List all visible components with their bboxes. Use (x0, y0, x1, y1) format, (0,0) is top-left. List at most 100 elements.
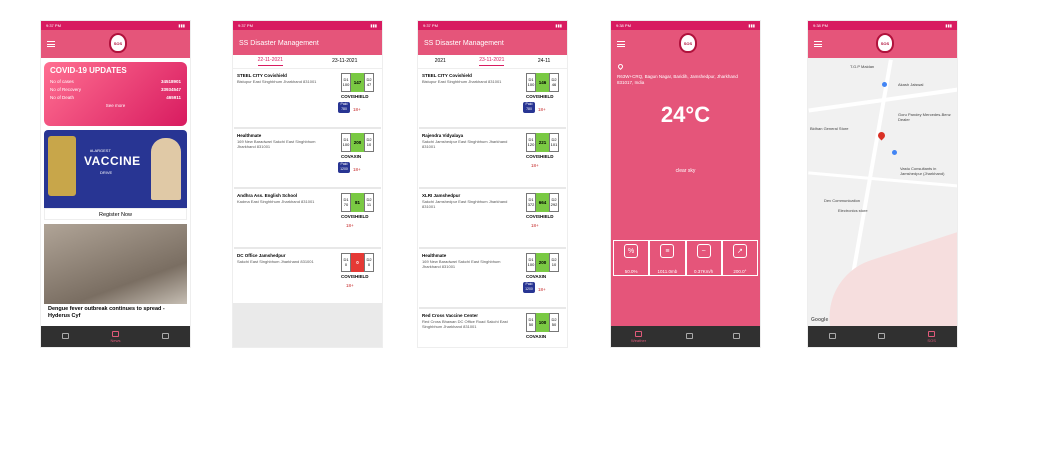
center-address: Bistupur East Singhbhum Jharkhand 831001 (422, 79, 502, 84)
app-header: SOS (41, 30, 190, 58)
map-label: Akash Jaiswal (898, 82, 924, 87)
see-more-link[interactable]: See more (50, 103, 181, 108)
dose1-count: D1 0 (341, 253, 351, 272)
vaccine-center-card[interactable]: Red Cross Vaccine Center Red Cross Bhawan… (419, 311, 566, 347)
bottom-nav: News (41, 326, 190, 347)
vaccine-name: COVISHIELD (341, 94, 369, 99)
bottom-nav: Weather (611, 326, 760, 347)
covid-row: No of Death 465911 (50, 95, 181, 100)
dose1-count: D1 100 (341, 133, 351, 152)
dose-availability: D1 70 81 D2 11 (341, 193, 374, 212)
covid-row: No of Recovery 33934547 (50, 87, 181, 92)
nav-item-vaccine[interactable] (733, 333, 740, 340)
vaccine-center-card[interactable]: DC Office Jamshedpur Sakchi East Singhbhu… (234, 251, 381, 309)
dose1-count: D1 70 (341, 193, 351, 212)
weather-stats: % 50.0% ≡ 1011.0mb ~0.37Km/h ↗ 200.0° (613, 240, 758, 276)
vaccine-center-card[interactable]: Healthmate 169 New Baradwari Sakchi East … (419, 251, 566, 309)
news-icon (686, 333, 694, 339)
age-limit: 18+ (353, 107, 361, 112)
nav-item-news[interactable] (686, 333, 694, 340)
dose-availability: D1 50 100 D2 50 (526, 313, 559, 332)
dose-availability: D1 372 664 D2 292 (526, 193, 559, 212)
vaccine-name: COVISHIELD (526, 94, 554, 99)
bottom-nav: SOS (808, 326, 957, 347)
tab-date[interactable]: 2021 (435, 58, 446, 66)
dose2-count: D2 10 (549, 253, 559, 272)
nav-item-weather[interactable]: Weather (631, 330, 646, 343)
nav-item-news[interactable] (878, 333, 886, 340)
phone-vaccine-list-screen: 9:37 PM ▮▮▮ SS Disaster Management 2021 2… (417, 20, 568, 348)
dose2-count: D2 101 (549, 133, 559, 152)
status-bar: 9:38 PM ▮▮▮ (611, 21, 760, 30)
phone-sos-map-screen: 9:38 PM ▮▮▮ SOS T.G.P Maidan Akash Jaiswa… (807, 20, 958, 348)
vaccine-icon (162, 333, 170, 339)
paid-badge: Paid 1200 (338, 162, 350, 173)
map-view[interactable]: T.G.P Maidan Akash Jaiswal Goru Pandey M… (808, 58, 957, 326)
dose-availability: D1 100 147 D2 47 (341, 73, 374, 92)
available-count: 100 (536, 313, 549, 332)
phone-news-screen: 9:37 PM ▮▮▮ SOS COVID-19 UPDATES No of ca… (40, 20, 191, 348)
map-label: Dev Communication (824, 198, 861, 203)
status-bar: 9:37 PM ▮▮▮ (418, 21, 567, 30)
vaccine-drive-banner[interactable]: #LARGEST VACCINE DRIVE (44, 130, 187, 208)
dose-availability: D1 100 200 D2 10 (341, 133, 374, 152)
center-address: 169 New Baradwari Sakchi East Singhbhum … (237, 139, 316, 149)
nav-item-news[interactable]: News (110, 330, 121, 343)
age-limit: 18+ (346, 223, 354, 228)
center-address: Sakchi Jamshedpur East Singhbhum Jharkha… (422, 139, 508, 149)
covid-title: COVID-19 UPDATES (50, 66, 127, 75)
vaccine-center-card[interactable]: Rajendra Vidyalaya Sakchi Jamshedpur East… (419, 131, 566, 189)
tab-date[interactable]: 22-11-2021 (257, 57, 283, 66)
register-now-button[interactable]: Register Now (44, 208, 187, 220)
dose1-count: D1 100 (526, 73, 536, 92)
vaccine-name: COVISHIELD (341, 274, 369, 279)
banner-text: #LARGEST (90, 148, 111, 153)
menu-icon[interactable] (814, 41, 822, 47)
map-label: Vastu Consultants in Jamshedpur (Jharkha… (900, 166, 945, 176)
map-label: Bidhan General Store (810, 126, 849, 131)
app-header: SOS (611, 30, 760, 58)
available-count: 664 (536, 193, 549, 212)
app-header: SOS (808, 30, 957, 58)
location-address: R63W+CRQ, Bagun Nagar, Baridih, Jamshedp… (617, 74, 738, 85)
tab-date[interactable]: 23-11-2021 (332, 58, 357, 66)
humidity-icon: % (624, 244, 639, 258)
map-poi-icon[interactable] (882, 82, 887, 87)
tab-date[interactable]: 24-11 (538, 58, 550, 66)
vaccine-center-card[interactable]: XLRI Jamshedpur Sakchi Jamshedpur East Si… (419, 191, 566, 249)
vaccine-center-card[interactable]: STEEL CITY Covishield Bistupur East Singh… (234, 71, 381, 129)
vaccine-name: COVAXIN (526, 274, 547, 279)
tab-date[interactable]: 23-11-2021 (479, 57, 505, 66)
vaccine-center-card[interactable]: STEEL CITY Covishield Bistupur East Singh… (419, 71, 566, 129)
dose-availability: D1 100 200 D2 10 (526, 253, 559, 272)
vaccine-name: COVISHIELD (341, 214, 369, 219)
center-list: STEEL CITY Covishield Bistupur East Singh… (418, 71, 567, 347)
nav-item-weather[interactable] (61, 333, 69, 340)
center-address: Sakchi East Singhbhum Jharkhand 831001 (237, 259, 314, 264)
nav-item-sos[interactable]: SOS (927, 330, 936, 343)
weather-condition: clear sky (675, 168, 696, 174)
nav-item-vaccine[interactable] (162, 333, 170, 340)
vaccine-name: COVAXIN (341, 154, 362, 159)
available-count: 146 (536, 73, 549, 92)
phone-vaccine-list-screen: 9:37 PM ▮▮▮ SS Disaster Management 22-11-… (232, 20, 383, 348)
map-poi-icon[interactable] (892, 150, 897, 155)
wind-icon: ~ (696, 244, 711, 258)
news-card[interactable]: Dengue fever outbreak continues to sprea… (44, 224, 187, 322)
center-address: 169 New Baradwari Sakchi East Singhbhum … (422, 259, 501, 269)
menu-icon[interactable] (617, 41, 625, 47)
news-caption: Dengue fever outbreak continues to sprea… (44, 304, 187, 322)
temperature: 24°C (660, 102, 711, 127)
vaccine-center-card[interactable]: Andhra Ass. English School Kadma East Sin… (234, 191, 381, 249)
dose2-count: D2 292 (549, 193, 559, 212)
status-bar: 9:37 PM ▮▮▮ (233, 21, 382, 30)
menu-icon[interactable] (47, 41, 55, 47)
vaccine-center-card[interactable]: Healthmate 169 New Baradwari Sakchi East … (234, 131, 381, 189)
dose-availability: D1 0 0 D2 0 (341, 253, 374, 272)
vaccine-name: COVAXIN (526, 334, 547, 339)
banner-text: VACCINE (84, 154, 141, 168)
available-count: 221 (536, 133, 549, 152)
nav-item-weather[interactable] (829, 333, 837, 340)
covid-updates-card[interactable]: COVID-19 UPDATES No of cases 34518901 No … (44, 62, 187, 126)
location-pin-icon (616, 62, 625, 71)
